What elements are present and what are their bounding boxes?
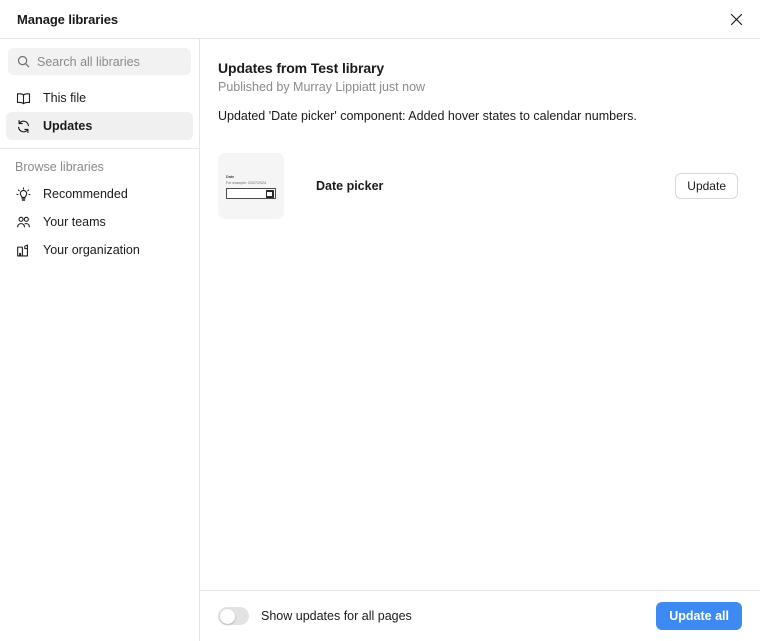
manage-libraries-dialog: Manage libraries Search all libraries Th… — [0, 0, 760, 641]
search-icon — [17, 55, 30, 68]
search-input[interactable] — [37, 54, 182, 69]
search-container — [0, 48, 199, 84]
sidebar-item-recommended[interactable]: Recommended — [6, 180, 193, 208]
people-icon — [15, 215, 32, 230]
dialog-title: Manage libraries — [17, 11, 118, 27]
close-button[interactable] — [722, 5, 750, 33]
show-all-pages-label: Show updates for all pages — [261, 609, 412, 623]
dialog-footer: Show updates for all pages Update all — [200, 590, 760, 641]
main-panel: Updates from Test library Published by M… — [200, 39, 760, 641]
sidebar-item-label: This file — [43, 91, 87, 105]
sidebar-item-label: Recommended — [43, 187, 128, 201]
updates-title: Updates from Test library — [218, 60, 385, 76]
sidebar-item-label: Your organization — [43, 243, 140, 257]
sidebar-item-this-file[interactable]: This file — [6, 84, 193, 112]
update-button[interactable]: Update — [675, 172, 738, 199]
sidebar-item-your-teams[interactable]: Your teams — [6, 208, 193, 236]
toggle-knob — [219, 608, 235, 624]
sidebar-item-your-organization[interactable]: Your organization — [6, 236, 193, 264]
dialog-body: This file Updates Browse librari — [0, 39, 760, 641]
list-item: Date For example: 03/07/2024 Date picker… — [218, 152, 742, 219]
updates-description: Updated 'Date picker' component: Added h… — [218, 109, 637, 123]
dialog-titlebar: Manage libraries — [0, 0, 760, 39]
update-all-button[interactable]: Update all — [656, 602, 742, 630]
close-icon — [730, 13, 743, 26]
thumbnail-field-label: Date — [226, 174, 235, 179]
sidebar-browse-list: Recommended Your teams Your organization — [0, 180, 199, 264]
sidebar-item-updates[interactable]: Updates — [6, 112, 193, 140]
component-name: Date picker — [316, 178, 384, 193]
search-box[interactable] — [8, 48, 191, 75]
sidebar-item-label: Your teams — [43, 215, 106, 229]
thumbnail-field-hint: For example: 03/07/2024 — [226, 180, 266, 185]
sidebar-section-label: Browse libraries — [15, 160, 104, 174]
sidebar-primary-list: This file Updates — [0, 84, 199, 140]
sidebar: This file Updates Browse librari — [0, 39, 200, 641]
component-thumbnail: Date For example: 03/07/2024 — [218, 152, 284, 219]
calendar-icon — [265, 189, 274, 198]
show-all-pages-toggle[interactable] — [218, 607, 249, 625]
sidebar-item-label: Updates — [43, 119, 93, 133]
updates-published-by: Published by Murray Lippiatt just now — [218, 80, 426, 94]
lightbulb-icon — [15, 186, 32, 202]
building-icon — [15, 243, 32, 258]
updates-content: Updates from Test library Published by M… — [200, 39, 760, 590]
thumbnail-preview: Date For example: 03/07/2024 — [226, 175, 276, 199]
sidebar-divider — [0, 148, 199, 149]
thumbnail-input — [226, 187, 276, 199]
book-icon — [15, 91, 32, 106]
refresh-icon — [15, 119, 32, 134]
